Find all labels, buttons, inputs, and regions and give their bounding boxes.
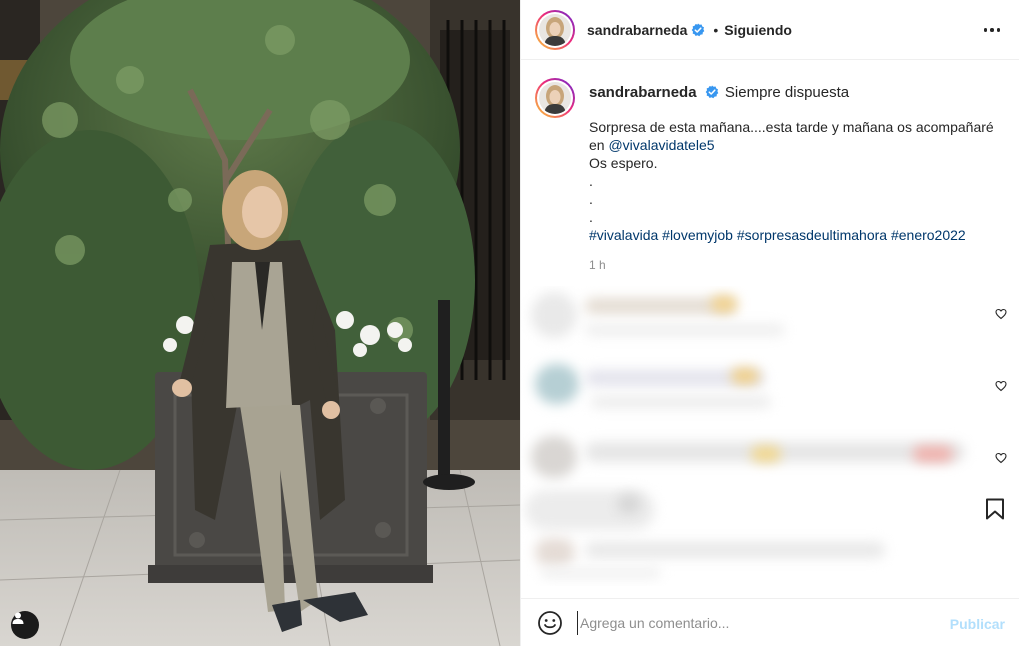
hashtag-link[interactable]: #lovemyjob [662,227,733,243]
hashtag-link[interactable]: #sorpresasdeultimahora [737,227,887,243]
post-photo[interactable] [0,0,520,646]
caption-line: Sorpresa de esta mañana....esta tarde y … [589,119,994,135]
comment-input[interactable] [577,610,937,635]
like-comment-icon[interactable] [995,308,1007,320]
caption-username[interactable]: sandrabarneda [589,84,697,101]
instagram-post: sandrabarneda • Siguiendo sandrabarneda … [0,0,1019,646]
caption-body: sandrabarneda Siempre dispuesta Sorpresa… [589,78,1005,272]
caption-dot: . [589,191,593,207]
post-caption: sandrabarneda Siempre dispuesta Sorpresa… [535,78,1005,272]
author-username[interactable]: sandrabarneda [587,22,687,38]
publish-button[interactable]: Publicar [950,616,1005,632]
author-avatar-image [539,13,571,46]
comment-row [521,428,1019,488]
caption-line: Os espero. [589,155,658,171]
post-timestamp[interactable]: 1 h [589,258,1005,272]
comment-row [521,286,1019,346]
comment-row [521,356,1019,416]
author-avatar[interactable] [535,9,575,50]
like-comment-icon[interactable] [995,380,1007,392]
user-icon [12,612,24,624]
verified-badge-icon [692,23,705,36]
following-button[interactable]: Siguiendo [724,22,792,38]
caption-dot: . [589,173,593,189]
comments-list [521,286,1019,586]
comment-row [521,534,1019,586]
caption-line: en [589,137,609,153]
save-post-icon[interactable] [985,498,1005,520]
verified-badge-icon [705,85,719,99]
post-header: sandrabarneda • Siguiendo [521,0,1019,60]
post-photo-illustration [0,0,520,646]
more-options-icon[interactable] [982,21,1002,39]
hashtag-link[interactable]: #vivalavida [589,227,658,243]
caption-avatar-image [539,82,571,114]
mention-link[interactable]: @vivalavidatele5 [608,137,714,153]
emoji-icon[interactable] [537,610,563,636]
header-separator: • [713,21,719,38]
like-comment-icon[interactable] [995,452,1007,464]
post-side-panel: sandrabarneda • Siguiendo sandrabarneda … [520,0,1019,646]
comment-composer: Publicar [521,598,1019,646]
caption-bio: Siempre dispuesta [724,84,850,101]
tagged-users-button[interactable] [11,611,39,639]
caption-dot: . [589,209,593,225]
hashtag-link[interactable]: #enero2022 [891,227,966,243]
caption-author-avatar[interactable] [535,78,575,118]
caption-text: Sorpresa de esta mañana....esta tarde y … [589,118,1005,244]
